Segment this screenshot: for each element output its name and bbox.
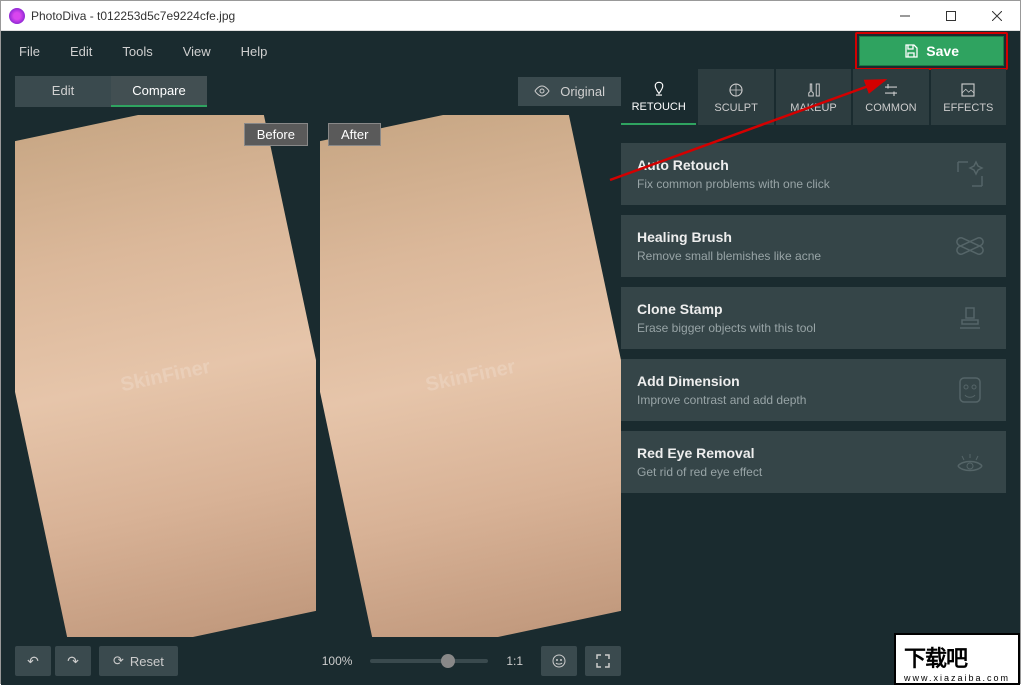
tool-tab-effects[interactable]: EFFECTS <box>931 69 1006 125</box>
menu-file[interactable]: File <box>5 38 54 65</box>
card-title: Auto Retouch <box>637 157 950 173</box>
before-pane[interactable]: SkinFiner Before <box>15 115 316 637</box>
reset-button[interactable]: ⟳ Reset <box>99 646 178 676</box>
menu-edit[interactable]: Edit <box>56 38 106 65</box>
window-titlebar: PhotoDiva - t012253d5c7e9224cfe.jpg <box>1 1 1020 31</box>
makeup-icon <box>805 81 823 99</box>
fullscreen-icon <box>596 654 610 668</box>
tool-tab-makeup[interactable]: MAKEUP <box>776 69 851 125</box>
card-title: Healing Brush <box>637 229 950 245</box>
zoom-value: 100% <box>322 654 353 668</box>
original-toggle[interactable]: Original <box>518 77 621 106</box>
card-red-eye[interactable]: Red Eye Removal Get rid of red eye effec… <box>621 431 1006 493</box>
bottom-toolbar: ↶ ↷ ⟳ Reset 100% 1:1 <box>15 637 621 685</box>
save-label: Save <box>926 43 959 59</box>
tool-tab-label: EFFECTS <box>943 102 993 114</box>
save-highlight-box: Save <box>855 32 1008 70</box>
mode-row: Edit Compare Original <box>15 71 621 111</box>
after-pane[interactable]: SkinFiner After <box>320 115 621 637</box>
retouch-icon <box>650 80 668 98</box>
undo-button[interactable]: ↶ <box>15 646 51 676</box>
menu-help[interactable]: Help <box>227 38 282 65</box>
card-title: Red Eye Removal <box>637 445 950 461</box>
main-area: Edit Compare Original SkinFiner Before S… <box>1 71 1020 685</box>
tool-tab-retouch[interactable]: RETOUCH <box>621 69 696 125</box>
card-subtitle: Fix common problems with one click <box>637 177 950 191</box>
reset-icon: ⟳ <box>113 653 124 669</box>
original-label: Original <box>560 84 605 99</box>
reset-label: Reset <box>130 654 164 669</box>
zoom-slider-thumb[interactable] <box>441 654 455 668</box>
close-button[interactable] <box>974 1 1020 31</box>
redo-button[interactable]: ↷ <box>55 646 91 676</box>
tab-compare[interactable]: Compare <box>111 76 207 107</box>
watermark-badge: 下载吧 www.xiazaiba.com <box>894 633 1020 685</box>
watermark-text: 下载吧 <box>904 641 1010 673</box>
tool-tab-sculpt[interactable]: SCULPT <box>698 69 773 125</box>
app-name: PhotoDiva <box>31 9 86 23</box>
save-icon <box>904 44 918 58</box>
compare-area: SkinFiner Before SkinFiner After <box>15 115 621 637</box>
menu-tools[interactable]: Tools <box>108 38 166 65</box>
common-icon <box>882 81 900 99</box>
eye-icon <box>534 85 550 97</box>
menubar: File Edit Tools View Help Save <box>1 31 1020 71</box>
window-controls <box>882 1 1020 31</box>
tool-tab-label: COMMON <box>865 102 916 114</box>
bandage-icon <box>950 230 990 262</box>
tool-tab-label: SCULPT <box>714 102 757 114</box>
mask-icon <box>950 374 990 406</box>
card-clone-stamp[interactable]: Clone Stamp Erase bigger objects with th… <box>621 287 1006 349</box>
card-add-dimension[interactable]: Add Dimension Improve contrast and add d… <box>621 359 1006 421</box>
zoom-ratio[interactable]: 1:1 <box>506 654 523 668</box>
watermark-url: www.xiazaiba.com <box>904 673 1010 683</box>
after-label: After <box>328 123 381 146</box>
tool-tab-label: RETOUCH <box>632 101 686 113</box>
card-subtitle: Improve contrast and add depth <box>637 393 950 407</box>
eye-rays-icon <box>950 446 990 478</box>
window-title: PhotoDiva - t012253d5c7e9224cfe.jpg <box>31 9 882 23</box>
card-subtitle: Erase bigger objects with this tool <box>637 321 950 335</box>
card-subtitle: Remove small blemishes like acne <box>637 249 950 263</box>
tool-tabs: RETOUCH SCULPT MAKEUP COMMON EFFECTS <box>621 69 1006 125</box>
menu-view[interactable]: View <box>169 38 225 65</box>
zoom-slider[interactable] <box>370 659 488 663</box>
file-name: t012253d5c7e9224cfe.jpg <box>97 9 235 23</box>
tool-tab-common[interactable]: COMMON <box>853 69 928 125</box>
save-button[interactable]: Save <box>859 36 1004 66</box>
face-icon <box>551 653 567 669</box>
tool-tab-label: MAKEUP <box>790 102 836 114</box>
effects-icon <box>959 81 977 99</box>
retouch-cards: Auto Retouch Fix common problems with on… <box>621 143 1006 493</box>
card-title: Clone Stamp <box>637 301 950 317</box>
before-label: Before <box>244 123 308 146</box>
card-title: Add Dimension <box>637 373 950 389</box>
before-image: SkinFiner <box>15 115 316 637</box>
card-auto-retouch[interactable]: Auto Retouch Fix common problems with on… <box>621 143 1006 205</box>
tab-edit[interactable]: Edit <box>15 76 111 107</box>
fit-face-button[interactable] <box>541 646 577 676</box>
sparkle-icon <box>950 158 990 190</box>
sculpt-icon <box>727 81 745 99</box>
maximize-button[interactable] <box>928 1 974 31</box>
minimize-button[interactable] <box>882 1 928 31</box>
after-image: SkinFiner <box>320 115 621 637</box>
stamp-icon <box>950 302 990 334</box>
card-subtitle: Get rid of red eye effect <box>637 465 950 479</box>
fullscreen-button[interactable] <box>585 646 621 676</box>
app-logo-icon <box>9 8 25 24</box>
card-healing-brush[interactable]: Healing Brush Remove small blemishes lik… <box>621 215 1006 277</box>
